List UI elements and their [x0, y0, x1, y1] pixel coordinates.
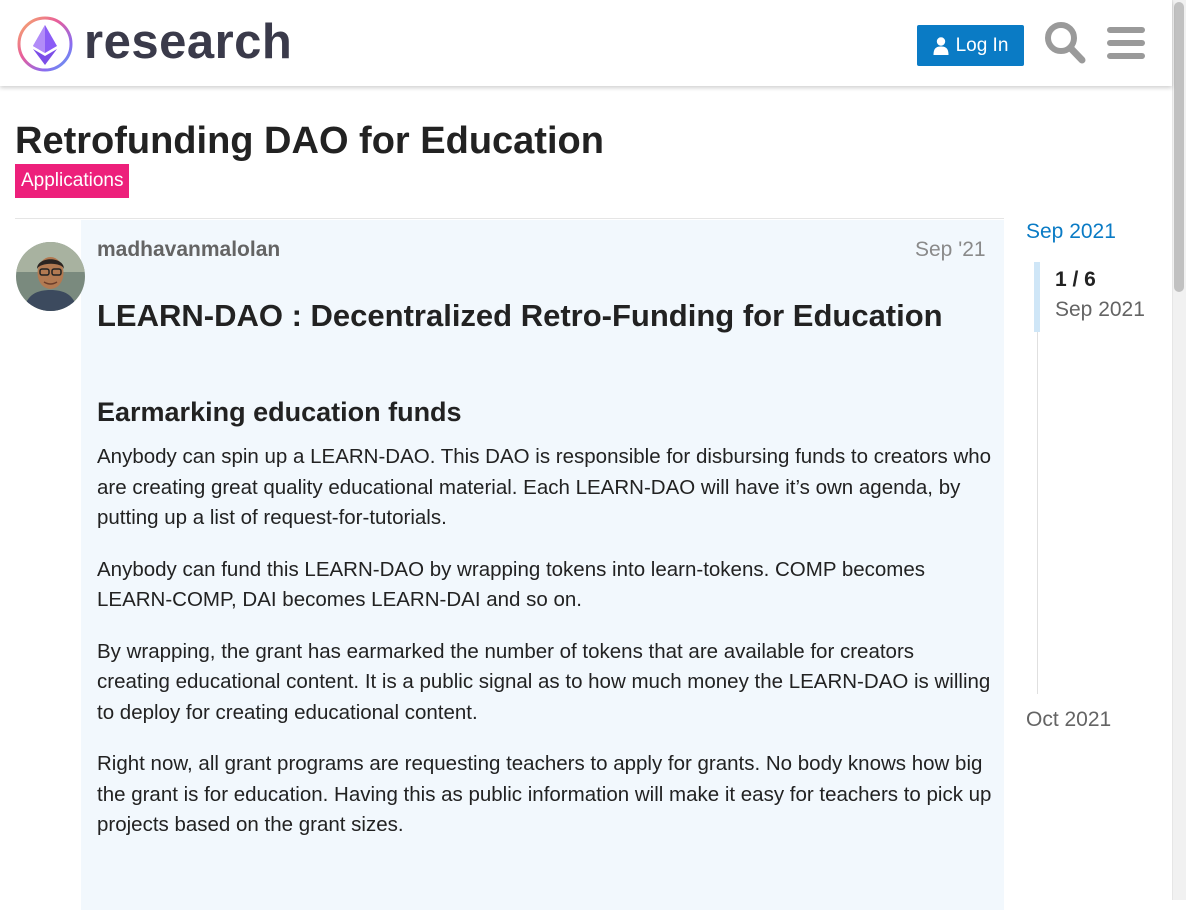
site-title[interactable]: research	[84, 14, 292, 70]
timeline-end-date[interactable]: Oct 2021	[1026, 708, 1111, 732]
site-header: research Log In	[0, 0, 1172, 86]
post-subheading: Earmarking education funds	[97, 397, 462, 427]
post-paragraph: Anybody can spin up a LEARN-DAO. This DA…	[97, 445, 992, 529]
post-date[interactable]: Sep '21	[915, 238, 986, 262]
timeline-position-date: Sep 2021	[1055, 298, 1145, 321]
post-paragraph: Anybody can fund this LEARN-DAO by wrapp…	[97, 557, 925, 612]
search-icon[interactable]	[1044, 21, 1086, 65]
topic-title[interactable]: Retrofunding DAO for Education	[15, 119, 604, 163]
timeline-handle[interactable]	[1034, 262, 1040, 332]
timeline-start-date[interactable]: Sep 2021	[1026, 220, 1116, 244]
post-paragraph: Right now, all grant programs are reques…	[97, 752, 992, 836]
post-username[interactable]: madhavanmalolan	[97, 238, 280, 262]
title-divider	[15, 218, 1004, 219]
post-paragraph: By wrapping, the grant has earmarked the…	[97, 639, 991, 724]
user-icon	[933, 36, 949, 55]
login-button[interactable]: Log In	[917, 25, 1024, 66]
post-heading: LEARN-DAO : Decentralized Retro-Funding …	[97, 298, 943, 333]
scrollbar-thumb[interactable]	[1174, 2, 1184, 292]
timeline-position: 1 / 6	[1055, 268, 1096, 291]
login-label: Log In	[955, 34, 1009, 56]
hamburger-menu-icon[interactable]	[1106, 25, 1146, 61]
avatar[interactable]	[16, 242, 85, 311]
post-content: LEARN-DAO : Decentralized Retro-Funding …	[97, 296, 992, 841]
research-logo-icon[interactable]	[16, 15, 74, 73]
category-badge[interactable]: Applications	[15, 164, 130, 198]
